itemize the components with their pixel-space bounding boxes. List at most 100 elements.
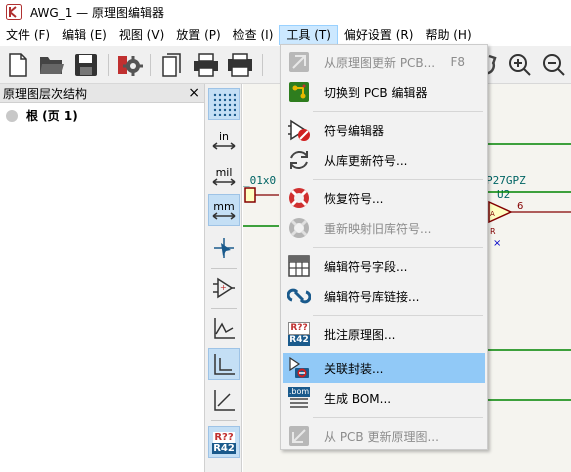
page-settings-button[interactable] [158, 51, 186, 79]
menu-item-label: 从原理图更新 PCB... [324, 55, 436, 70]
new-file-icon [9, 53, 27, 77]
rescue-lifebuoy-icon [287, 186, 311, 210]
refresh-icon [287, 148, 311, 172]
settings-gear-icon [118, 56, 143, 76]
part-reference-label: U2 [497, 188, 510, 201]
annotate-button[interactable]: R?? R42 [208, 426, 240, 458]
menu-item-assign-footprints[interactable]: 关联封装... [283, 353, 485, 383]
save-icon [75, 54, 97, 76]
plot-icon [228, 53, 252, 77]
menu-item-label: 恢复符号... [324, 191, 384, 206]
menu-item-annotate[interactable]: R?? R42 批注原理图... [283, 319, 485, 349]
menu-preferences[interactable]: 偏好设置 (R) [338, 25, 420, 45]
line-mode-45-button[interactable] [208, 384, 240, 416]
plot-button[interactable] [226, 51, 254, 79]
menu-item-label: 重新映射旧库符号... [324, 221, 432, 236]
cursor-shape-button[interactable] [208, 232, 240, 264]
svg-text:+: + [220, 283, 227, 292]
table-icon [287, 254, 311, 278]
units-mm-button[interactable]: mm [208, 194, 240, 226]
pcb-editor-icon [287, 80, 311, 104]
hierarchy-panel: 原理图层次结构 × 根 (页 1) [0, 84, 204, 472]
menu-item-edit-symbol-fields[interactable]: 编辑符号字段... [283, 251, 485, 281]
menu-item-rescue-symbols[interactable]: 恢复符号... [283, 183, 485, 213]
pin-name-label: A [490, 210, 495, 218]
menu-view[interactable]: 视图 (V) [113, 25, 170, 45]
zoom-out-button[interactable] [540, 51, 568, 79]
hidden-pins-button[interactable]: + [208, 272, 240, 304]
menu-inspect[interactable]: 检查 (I) [227, 25, 280, 45]
double-arrow-icon [212, 177, 236, 186]
menu-item-label: 从 PCB 更新原理图... [324, 429, 439, 444]
pin-name-label: R [490, 227, 496, 236]
title-bar: AWG_1 — 原理图编辑器 [0, 0, 571, 24]
double-arrow-icon [212, 211, 236, 220]
units-mils-button[interactable]: mil [208, 160, 240, 192]
menu-item-update-symbols[interactable]: 从库更新符号... [283, 145, 485, 175]
line-mode-free-button[interactable] [208, 312, 240, 344]
double-arrow-icon [212, 141, 236, 150]
menu-item-label: 批注原理图... [324, 327, 396, 342]
menu-item-symbol-editor[interactable]: 符号编辑器 [283, 115, 485, 145]
root-sheet-label: 根 (页 1) [26, 109, 78, 123]
sheet-dot-icon [6, 109, 18, 122]
menu-tools[interactable]: 工具 (T) [279, 25, 338, 45]
save-button[interactable] [72, 51, 100, 79]
folder-open-icon [40, 57, 64, 74]
part-value-label: _01x0 [243, 174, 276, 187]
menu-item-label: 编辑符号库链接... [324, 289, 420, 304]
menu-help[interactable]: 帮助 (H) [419, 25, 477, 45]
hierarchy-header: 原理图层次结构 × [0, 84, 204, 103]
menu-place[interactable]: 放置 (P) [170, 25, 226, 45]
line-90-icon [214, 354, 235, 375]
menu-edit[interactable]: 编辑 (E) [56, 25, 113, 45]
grid-toggle-button[interactable] [208, 88, 240, 120]
annotate-icon: R?? R42 [287, 322, 311, 346]
zoom-out-icon [543, 54, 565, 76]
menu-item-remap-symbols[interactable]: 重新映射旧库符号... [283, 213, 485, 243]
bom-icon: .bom [287, 386, 311, 410]
line-free-icon [214, 318, 235, 339]
new-file-button[interactable] [4, 51, 32, 79]
link-icon [287, 284, 311, 308]
menu-item-update-from-pcb[interactable]: 从 PCB 更新原理图... [283, 421, 485, 451]
bom-icon-text: .bom [287, 387, 311, 397]
annotate-icon-top: R?? [288, 322, 310, 335]
page-settings-icon [162, 53, 181, 77]
annotate-icon-top: R?? [213, 431, 235, 443]
menu-item-label: 符号编辑器 [324, 123, 385, 138]
annotate-icon-bottom: R42 [212, 442, 236, 454]
assign-footprint-icon [287, 356, 311, 380]
menu-item-update-pcb[interactable]: 从原理图更新 PCB... F8 [283, 47, 485, 77]
menu-item-edit-library-links[interactable]: 编辑符号库链接... [283, 281, 485, 311]
units-inches-button[interactable]: in [208, 124, 240, 156]
window-title: AWG_1 — 原理图编辑器 [30, 5, 164, 20]
menu-item-label: 从库更新符号... [324, 153, 408, 168]
symbol-editor-icon [287, 118, 311, 142]
menu-item-label: 切换到 PCB 编辑器 [324, 85, 428, 100]
hierarchy-root-item[interactable]: 根 (页 1) [6, 107, 204, 124]
remap-lifebuoy-icon [287, 216, 311, 240]
print-button[interactable] [192, 51, 220, 79]
annotate-icon-bottom: R42 [288, 335, 310, 346]
pin-number-label: 6 [517, 201, 523, 212]
zoom-in-icon [509, 54, 531, 76]
menu-item-generate-bom[interactable]: .bom 生成 BOM... [283, 383, 485, 413]
menu-item-label: 生成 BOM... [324, 391, 392, 406]
left-toolbar: in mil mm + R?? R42 [204, 84, 242, 472]
line-45-icon [214, 390, 235, 411]
menu-file[interactable]: 文件 (F) [0, 25, 56, 45]
part-value-label: P27GPZ [486, 174, 526, 187]
open-button[interactable] [38, 51, 66, 79]
connector-symbol [244, 187, 256, 203]
schematic-setup-button[interactable] [116, 51, 144, 79]
line-mode-90-button[interactable] [208, 348, 240, 380]
no-connect-mark: × [493, 238, 501, 249]
update-pcb-icon [287, 50, 311, 74]
close-icon[interactable]: × [188, 86, 200, 100]
menu-bar: 文件 (F) 编辑 (E) 视图 (V) 放置 (P) 检查 (I) 工具 (T… [0, 24, 571, 46]
grid-icon [213, 93, 236, 116]
menu-item-switch-pcb[interactable]: 切换到 PCB 编辑器 [283, 77, 485, 107]
zoom-in-button[interactable] [506, 51, 534, 79]
menu-item-shortcut: F8 [450, 55, 465, 69]
